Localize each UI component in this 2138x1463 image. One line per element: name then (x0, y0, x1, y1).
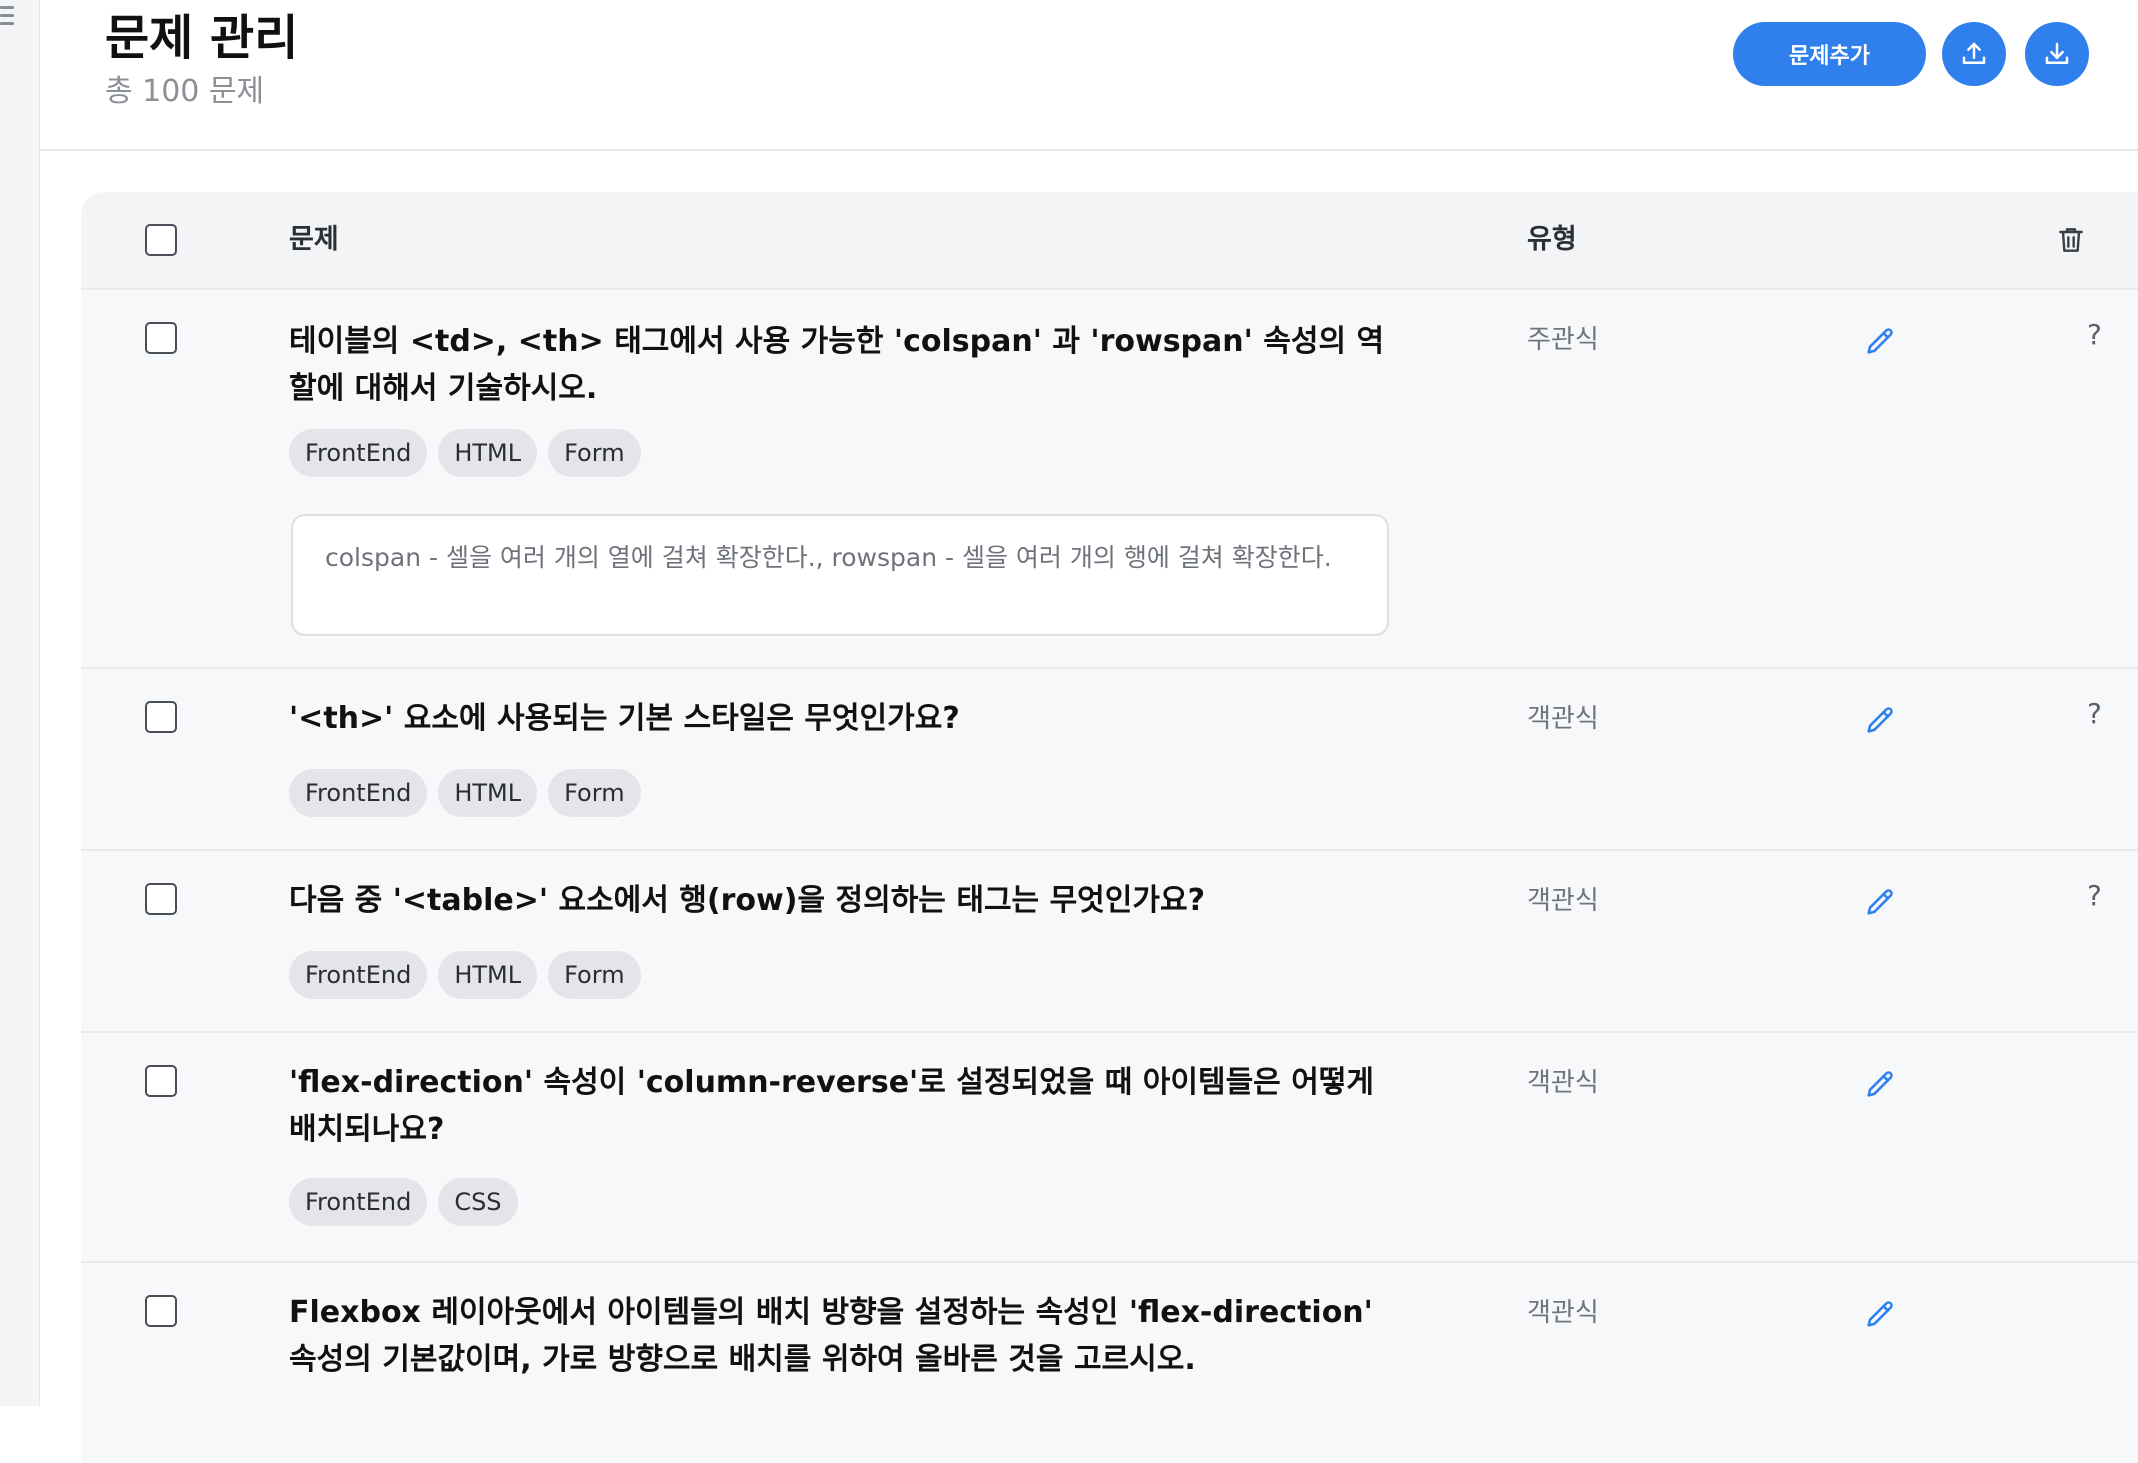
question-type: 주관식 (1527, 325, 1599, 355)
tag-chip: CSS (438, 1178, 518, 1226)
tag-list: FrontEnd CSS (289, 1178, 529, 1226)
page-title: 문제 관리 (105, 10, 299, 66)
help-icon[interactable]: ? (2087, 320, 2102, 350)
table-row: 테이블의 <td>, <th> 태그에서 사용 가능한 'colspan' 과 … (81, 290, 2138, 669)
tag-chip: FrontEnd (289, 951, 428, 999)
question-text[interactable]: 'flex-direction' 속성이 'column-reverse'로 설… (289, 1059, 1399, 1153)
question-count: 총 100 문제 (105, 74, 265, 109)
row-checkbox[interactable] (145, 883, 177, 915)
main-content: 문제 관리 총 100 문제 문제추가 문제 유형 테이블의 <td>, <th (40, 0, 2138, 1463)
tag-chip: FrontEnd (289, 1178, 428, 1226)
tag-chip: Form (548, 769, 641, 817)
table-row: '<th>' 요소에 사용되는 기본 스타일은 무엇인가요? 객관식 ? Fro… (81, 669, 2138, 851)
question-text[interactable]: 다음 중 '<table>' 요소에서 행(row)을 정의하는 태그는 무엇인… (289, 877, 1399, 924)
help-icon[interactable]: ? (2087, 699, 2102, 729)
row-checkbox[interactable] (145, 1295, 177, 1327)
tag-chip: FrontEnd (289, 429, 428, 477)
select-all-checkbox[interactable] (145, 224, 177, 256)
tag-chip: HTML (438, 769, 538, 817)
question-table: 문제 유형 테이블의 <td>, <th> 태그에서 사용 가능한 'colsp… (81, 192, 2138, 1463)
table-row: 다음 중 '<table>' 요소에서 행(row)을 정의하는 태그는 무엇인… (81, 851, 2138, 1033)
menu-icon[interactable] (0, 6, 14, 30)
tag-chip: HTML (438, 429, 538, 477)
question-type: 객관식 (1527, 704, 1599, 734)
question-type: 객관식 (1527, 1298, 1599, 1328)
question-text[interactable]: Flexbox 레이아웃에서 아이템들의 배치 방향을 설정하는 속성인 'fl… (289, 1289, 1399, 1383)
tag-chip: Form (548, 951, 641, 999)
column-header-type: 유형 (1527, 224, 1577, 255)
edit-pencil-icon[interactable] (1863, 1297, 1897, 1331)
question-type: 객관식 (1527, 1068, 1599, 1098)
question-type: 객관식 (1527, 886, 1599, 916)
row-checkbox[interactable] (145, 701, 177, 733)
download-icon (2045, 42, 2069, 64)
row-checkbox[interactable] (145, 1065, 177, 1097)
question-text[interactable]: '<th>' 요소에 사용되는 기본 스타일은 무엇인가요? (289, 695, 1399, 742)
answer-preview: colspan - 셀을 여러 개의 열에 걸쳐 확장한다., rowspan … (291, 514, 1389, 636)
edit-pencil-icon[interactable] (1863, 324, 1897, 358)
add-question-button[interactable]: 문제추가 (1733, 22, 1926, 86)
tag-chip: Form (548, 429, 641, 477)
row-checkbox[interactable] (145, 322, 177, 354)
tag-list: FrontEnd HTML Form (289, 429, 652, 477)
left-sidebar-rail (0, 0, 40, 1406)
trash-icon[interactable] (2055, 224, 2087, 256)
download-button[interactable] (2025, 22, 2089, 86)
table-row: Flexbox 레이아웃에서 아이템들의 배치 방향을 설정하는 속성인 'fl… (81, 1263, 2138, 1463)
tag-chip: HTML (438, 951, 538, 999)
tag-chip: FrontEnd (289, 769, 428, 817)
table-header: 문제 유형 (81, 192, 2138, 290)
tag-list: FrontEnd HTML Form (289, 769, 652, 817)
column-header-question: 문제 (289, 224, 339, 255)
upload-button[interactable] (1942, 22, 2006, 86)
edit-pencil-icon[interactable] (1863, 885, 1897, 919)
question-text[interactable]: 테이블의 <td>, <th> 태그에서 사용 가능한 'colspan' 과 … (289, 318, 1399, 412)
help-icon[interactable]: ? (2087, 881, 2102, 911)
upload-icon (1962, 42, 1986, 64)
edit-pencil-icon[interactable] (1863, 1067, 1897, 1101)
page-header: 문제 관리 총 100 문제 문제추가 (40, 0, 2138, 151)
table-row: 'flex-direction' 속성이 'column-reverse'로 설… (81, 1033, 2138, 1263)
edit-pencil-icon[interactable] (1863, 703, 1897, 737)
tag-list: FrontEnd HTML Form (289, 951, 652, 999)
